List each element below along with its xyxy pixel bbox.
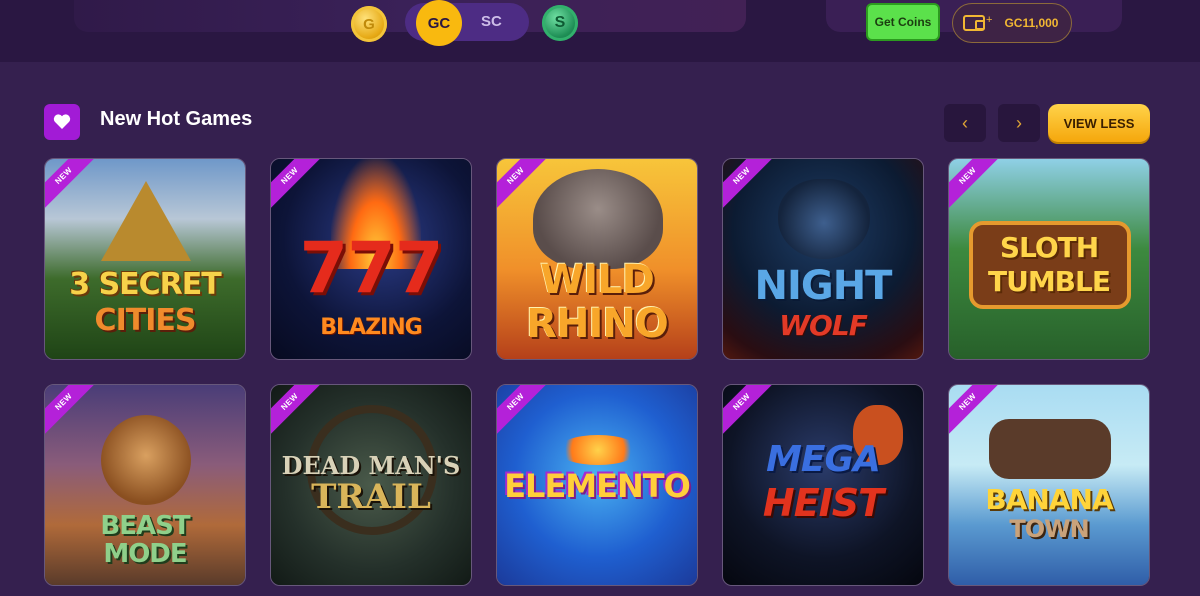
chevron-right-icon: › [1016,112,1022,133]
game-title-line2: WOLF [779,309,868,342]
game-title-line2: BLAZING [320,315,422,340]
game-tile-night-wolf[interactable]: NIGHT WOLF NEW [722,158,924,360]
game-title-line1: MEGA [766,439,881,480]
previous-button[interactable]: ‹ [944,104,986,142]
game-tile-banana-town[interactable]: BANANA TOWN NEW [948,384,1150,586]
view-less-label: VIEW LESS [1063,115,1135,131]
game-title-line1: SLOTH [999,231,1099,264]
currency-sc-option[interactable]: SC [481,3,502,41]
game-tile-mega-heist[interactable]: MEGA HEIST NEW [722,384,924,586]
sweep-coin-letter: S [554,14,566,31]
game-title-line1: DEAD MAN'S [281,451,461,480]
currency-toggle[interactable]: GC SC [405,0,529,46]
game-title-line1: NIGHT [754,263,893,309]
currency-gc-label: GC [427,14,451,32]
game-tile-elemento[interactable]: ELEMENTO NEW [496,384,698,586]
game-tile-sloth-tumble[interactable]: SLOTH TUMBLE NEW [948,158,1150,360]
section-title: New Hot Games [100,108,253,130]
game-title-line1: WILD [540,257,655,303]
balance-display[interactable]: + GC11,000 [952,3,1072,43]
balance-amount: GC11,000 [1004,16,1059,30]
game-title-line1: 777 [299,227,443,309]
game-title-line2: TOWN [1009,515,1089,543]
gold-coin-letter: G [363,15,375,33]
game-title-line1: BANANA [985,483,1113,516]
wallet-plus: + [986,14,993,26]
wallet-icon [963,15,985,31]
game-tile-beast-mode[interactable]: BEAST MODE NEW [44,384,246,586]
gold-coin-icon: G [351,6,387,42]
game-title-line2: TRAIL [311,477,431,517]
currency-gc-option[interactable]: GC [416,0,462,46]
get-coins-label: Get Coins [874,15,932,29]
game-tile-blazing-777[interactable]: 777 BLAZING NEW [270,158,472,360]
game-title-line2: RHINO [526,301,669,347]
game-title-line1: 3 SECRET [69,267,222,302]
game-tile-wild-rhino[interactable]: WILD RHINO NEW [496,158,698,360]
sweep-coin-icon: S [542,5,578,41]
next-button[interactable]: › [998,104,1040,142]
currency-sc-label: SC [481,13,502,30]
game-title-line2: CITIES [94,303,197,338]
chevron-left-icon: ‹ [962,112,968,133]
heart-icon [44,104,80,140]
game-title-line2: TUMBLE [987,265,1111,298]
game-tile-3-secret-cities[interactable]: 3 SECRET CITIES NEW [44,158,246,360]
game-tile-dead-mans-trail[interactable]: DEAD MAN'S TRAIL NEW [270,384,472,586]
game-title-line2: MODE [103,539,187,569]
game-title-line2: HEIST [762,481,884,525]
game-title-line1: BEAST [100,511,190,541]
top-bar: G GC SC S Get Coins + GC11,000 [0,0,1200,62]
view-less-button[interactable]: VIEW LESS [1048,104,1150,142]
game-title-line1: ELEMENTO [504,467,691,505]
get-coins-button[interactable]: Get Coins [866,3,940,41]
